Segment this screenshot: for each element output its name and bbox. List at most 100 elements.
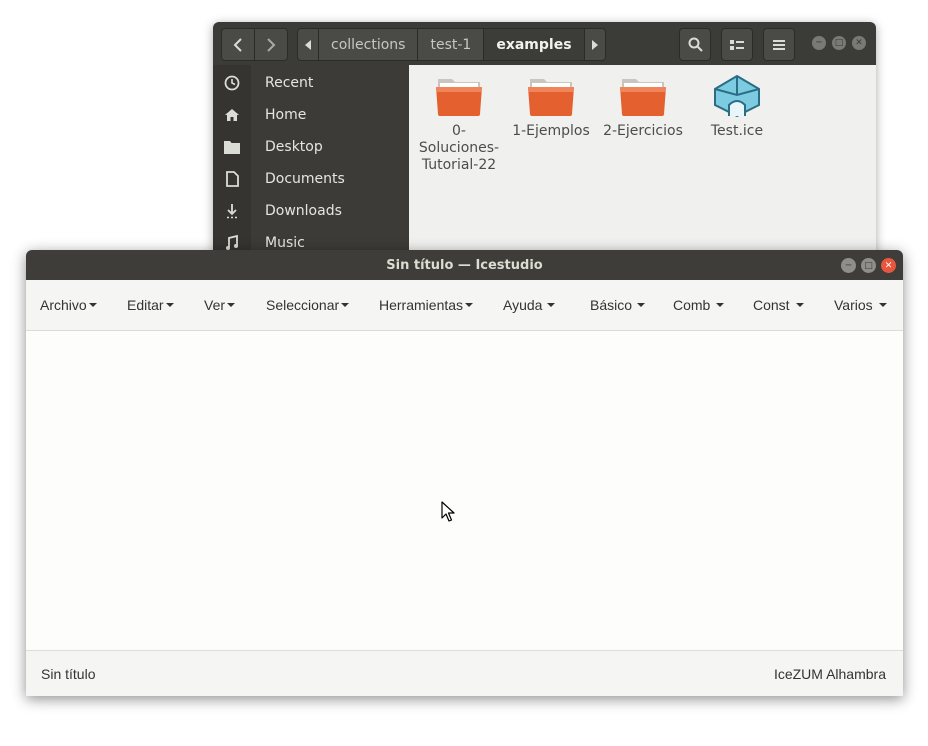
design-canvas[interactable] (26, 331, 903, 650)
search-button[interactable] (679, 28, 711, 61)
back-button[interactable] (222, 29, 254, 60)
home-icon (225, 109, 239, 121)
caret-down-icon (227, 303, 236, 307)
file-view: 0- Soluciones- Tutorial-22 1-Ejemplos 2-… (409, 65, 876, 262)
file-manager-window: collections test-1 examples ─ □ ✕ Recent (213, 22, 876, 262)
status-board[interactable]: IceZUM Alhambra (774, 666, 886, 682)
caret-down-icon (165, 303, 174, 307)
crumb-collections[interactable]: collections (318, 29, 417, 60)
hamburger-icon (773, 39, 785, 50)
music-icon (226, 235, 238, 250)
folder-icon (224, 141, 240, 154)
icestudio-titlebar: Sin título — Icestudio (26, 250, 903, 280)
window-title: Sin título — Icestudio (386, 257, 543, 273)
caret-down-icon (341, 303, 350, 307)
icestudio-file-icon (714, 74, 760, 118)
path-scroll-left[interactable] (298, 29, 318, 60)
file-item-1-ejemplos[interactable]: 1-Ejemplos (505, 75, 597, 140)
path-bar: collections test-1 examples (297, 28, 606, 61)
menu-seleccionar[interactable]: Seleccionar (266, 280, 350, 330)
clock-icon (224, 75, 240, 91)
places-sidebar: Recent Home Desktop Documents Downloads … (213, 65, 409, 262)
ice-maximize-button[interactable]: □ (861, 258, 876, 273)
ice-close-button[interactable]: ✕ (881, 258, 896, 273)
menu-label: Ayuda (503, 297, 543, 313)
file-label-line: Soluciones- (418, 140, 500, 156)
sidebar-label: Downloads (265, 203, 342, 219)
file-label-line: 0- (452, 123, 466, 139)
maximize-button[interactable]: □ (832, 36, 846, 50)
caret-down-icon (88, 303, 97, 307)
status-bar: Sin título IceZUM Alhambra (26, 650, 903, 696)
view-toggle-button[interactable] (721, 28, 753, 61)
menu-label: Herramientas (379, 297, 464, 313)
menu-comb[interactable]: Comb (673, 280, 725, 330)
menu-varios[interactable]: Varios (834, 280, 887, 330)
sidebar-label: Desktop (265, 139, 323, 155)
crumb-examples[interactable]: examples (483, 29, 584, 60)
mouse-pointer-icon (441, 501, 455, 522)
document-icon (225, 171, 239, 187)
maximize-icon: □ (834, 38, 844, 48)
maximize-icon: □ (864, 260, 873, 271)
menu-label: Comb (673, 297, 711, 313)
file-item-2-ejercicios[interactable]: 2-Ejercicios (597, 75, 689, 140)
menu-label: Archivo (40, 297, 87, 313)
menu-label: Ver (204, 297, 226, 313)
sidebar-label: Recent (265, 75, 314, 91)
minimize-icon: ─ (816, 38, 822, 48)
menu-label: Varios (834, 297, 873, 313)
menu-label: Básico (590, 297, 633, 313)
file-label-line: 2-Ejercicios (603, 123, 683, 139)
file-item-test-ice[interactable]: Test.ice (691, 74, 783, 140)
close-icon: ✕ (855, 38, 863, 48)
file-label-line: 1-Ejemplos (512, 123, 590, 139)
menu-ver[interactable]: Ver (204, 280, 236, 330)
sidebar-item-downloads[interactable]: Downloads (213, 195, 409, 227)
close-button[interactable]: ✕ (852, 36, 866, 50)
list-view-icon (730, 39, 744, 50)
triangle-right-icon (591, 39, 598, 50)
sidebar-label: Home (265, 107, 307, 123)
icestudio-window: Sin título — Icestudio ─ □ ✕ Archivo Edi… (26, 250, 903, 696)
menu-archivo[interactable]: Archivo (40, 280, 97, 330)
file-item-0-soluciones[interactable]: 0- Soluciones- Tutorial-22 (413, 75, 505, 174)
sidebar-item-recent[interactable]: Recent (213, 67, 409, 99)
crumb-test-1[interactable]: test-1 (417, 29, 483, 60)
history-nav (221, 28, 288, 61)
menu-label: Editar (127, 297, 164, 313)
caret-down-icon (878, 303, 887, 307)
sidebar-item-home[interactable]: Home (213, 99, 409, 131)
menu-herramientas[interactable]: Herramientas (379, 280, 474, 330)
menu-label: Seleccionar (266, 297, 340, 313)
download-icon (227, 204, 237, 219)
menu-bar: Archivo Editar Ver Seleccionar Herramien… (26, 280, 903, 331)
menu-editar[interactable]: Editar (127, 280, 174, 330)
chevron-right-icon (267, 37, 276, 52)
close-icon: ✕ (884, 260, 893, 271)
menu-button[interactable] (763, 28, 795, 61)
file-manager-header: collections test-1 examples ─ □ ✕ (213, 22, 876, 65)
minimize-button[interactable]: ─ (812, 36, 826, 50)
sidebar-item-desktop[interactable]: Desktop (213, 131, 409, 163)
status-filename: Sin título (41, 666, 96, 682)
caret-down-icon (716, 303, 725, 307)
chevron-left-icon (233, 37, 242, 52)
search-icon (688, 37, 703, 52)
caret-down-icon (547, 303, 556, 307)
caret-down-icon (637, 303, 646, 307)
folder-icon (528, 79, 574, 116)
triangle-left-icon (305, 39, 311, 50)
menu-ayuda[interactable]: Ayuda (503, 280, 556, 330)
path-scroll-right[interactable] (583, 29, 605, 60)
menu-label: Const (753, 297, 790, 313)
menu-basico[interactable]: Básico (590, 280, 646, 330)
menu-const[interactable]: Const (753, 280, 804, 330)
forward-button[interactable] (254, 29, 287, 60)
sidebar-item-documents[interactable]: Documents (213, 163, 409, 195)
minimize-icon: ─ (845, 260, 852, 271)
caret-down-icon (795, 303, 804, 307)
file-label-line: Test.ice (710, 123, 764, 139)
sidebar-label: Music (265, 235, 305, 251)
ice-minimize-button[interactable]: ─ (841, 258, 856, 273)
